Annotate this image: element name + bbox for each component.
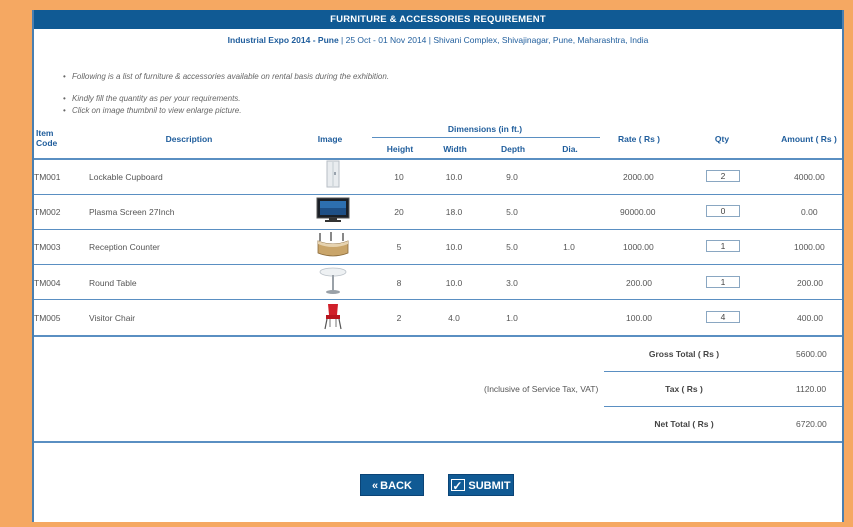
item-depth: 9.0	[506, 172, 518, 182]
item-height: 8	[396, 278, 402, 288]
item-width: 4.0	[448, 313, 460, 323]
header-item-code-line1: Item	[36, 128, 54, 138]
table-bottom-border	[34, 335, 842, 337]
item-description: Visitor Chair	[89, 313, 136, 323]
back-button-label: BACK	[380, 480, 412, 492]
row-divider	[34, 264, 842, 265]
item-description: Plasma Screen 27Inch	[89, 207, 175, 217]
quantity-input[interactable]	[706, 170, 740, 182]
item-rate: 200.00	[626, 278, 652, 288]
item-amount: 1000.00	[794, 242, 825, 252]
header-bottom-border	[34, 158, 842, 160]
header-dimensions: Dimensions (in ft.)	[447, 124, 523, 134]
item-description: Round Table	[89, 278, 137, 288]
header-width: Width	[443, 144, 467, 154]
header-rate: Rate ( Rs )	[617, 134, 661, 144]
header-qty: Qty	[714, 134, 730, 144]
item-depth: 3.0	[506, 278, 518, 288]
gross-total-divider	[604, 371, 842, 372]
item-depth: 5.0	[506, 242, 518, 252]
round-table-thumbnail[interactable]	[318, 266, 348, 296]
quantity-input[interactable]	[706, 205, 740, 217]
tax-label: Tax ( Rs )	[665, 384, 703, 394]
item-description: Lockable Cupboard	[89, 172, 163, 182]
note-fill-quantity: Kindly fill the quantity as per your req…	[63, 94, 241, 103]
event-name: Industrial Expo 2014 - Pune	[227, 35, 339, 45]
header-image: Image	[317, 134, 343, 144]
row-divider	[34, 194, 842, 195]
submit-button-label: SUBMIT	[468, 480, 511, 492]
dimensions-divider	[372, 137, 600, 138]
requirement-form-panel: FURNITURE & ACCESSORIES REQUIREMENT Indu…	[32, 10, 844, 522]
gross-total-value: 5600.00	[796, 349, 827, 359]
double-chevron-left-icon: «	[372, 480, 379, 492]
quantity-input[interactable]	[706, 311, 740, 323]
item-width: 10.0	[445, 242, 463, 252]
visitor-chair-thumbnail[interactable]	[322, 302, 344, 330]
item-code: TM002	[34, 207, 61, 217]
item-width: 10.0	[445, 172, 463, 182]
quantity-input[interactable]	[706, 240, 740, 252]
item-amount: 4000.00	[794, 172, 825, 182]
reception-counter-thumbnail[interactable]	[316, 231, 350, 259]
header-item-code: Item Code	[36, 128, 60, 148]
item-height: 5	[396, 242, 402, 252]
submit-button[interactable]: SUBMIT	[448, 474, 514, 497]
item-rate: 2000.00	[623, 172, 654, 182]
row-divider	[34, 229, 842, 230]
header-height: Height	[386, 144, 414, 154]
header-depth: Depth	[500, 144, 526, 154]
note-rental-info: Following is a list of furniture & acces…	[63, 72, 389, 81]
item-description: Reception Counter	[89, 242, 160, 252]
item-rate: 1000.00	[623, 242, 654, 252]
item-code: TM005	[34, 313, 61, 323]
event-info: Industrial Expo 2014 - Pune | 25 Oct - 0…	[34, 35, 842, 45]
item-rate: 90000.00	[620, 207, 656, 217]
item-amount: 200.00	[797, 278, 823, 288]
plasma-screen-thumbnail[interactable]	[316, 197, 350, 223]
item-width: 10.0	[445, 278, 463, 288]
item-height: 2	[396, 313, 402, 323]
header-dia: Dia.	[562, 144, 578, 154]
item-depth: 1.0	[506, 313, 518, 323]
totals-bottom-border	[34, 441, 842, 443]
gross-total-label: Gross Total ( Rs )	[648, 349, 720, 359]
header-item-code-line2: Code	[36, 138, 58, 148]
item-width: 18.0	[445, 207, 463, 217]
page-title: FURNITURE & ACCESSORIES REQUIREMENT	[34, 10, 842, 29]
item-code: TM004	[34, 278, 61, 288]
item-code: TM001	[34, 172, 61, 182]
item-code: TM003	[34, 242, 61, 252]
item-depth: 5.0	[506, 207, 518, 217]
item-rate: 100.00	[626, 313, 652, 323]
event-details: | 25 Oct - 01 Nov 2014 | Shivani Complex…	[338, 35, 649, 45]
header-description: Description	[165, 134, 213, 144]
header-amount: Amount ( Rs )	[781, 134, 837, 144]
cupboard-thumbnail[interactable]	[324, 160, 342, 188]
item-height: 20	[394, 207, 404, 217]
item-amount: 0.00	[801, 207, 818, 217]
quantity-input[interactable]	[706, 276, 740, 288]
item-amount: 400.00	[797, 313, 823, 323]
back-button[interactable]: «BACK	[360, 474, 424, 496]
item-height: 10	[394, 172, 404, 182]
tax-note: (Inclusive of Service Tax, VAT)	[484, 384, 599, 394]
note-click-thumbnail: Click on image thumbnil to view enlarge …	[63, 106, 241, 115]
row-divider	[34, 299, 842, 300]
tax-divider	[604, 406, 842, 407]
net-total-label: Net Total ( Rs )	[654, 419, 714, 429]
checkmark-icon	[451, 475, 466, 497]
item-dia: 1.0	[563, 242, 575, 252]
tax-value: 1120.00	[796, 384, 827, 394]
net-total-value: 6720.00	[796, 419, 827, 429]
